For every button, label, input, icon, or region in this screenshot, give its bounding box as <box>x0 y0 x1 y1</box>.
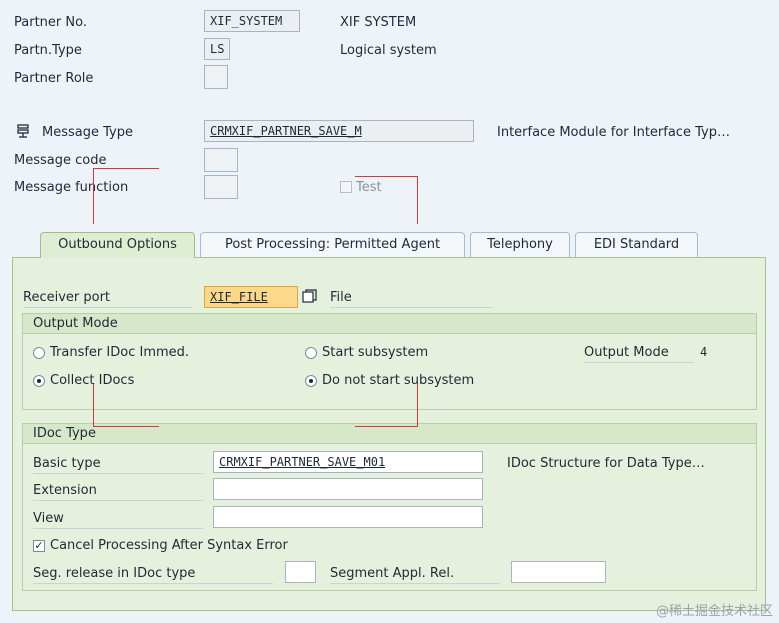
tab-edi-standard[interactable]: EDI Standard <box>575 232 698 257</box>
collect-idocs-radio[interactable] <box>33 375 45 387</box>
message-function-label: Message function <box>14 180 129 195</box>
annotation-line <box>355 426 418 427</box>
seg-release-field[interactable] <box>285 561 316 583</box>
view-field[interactable] <box>213 506 483 528</box>
transfer-idoc-label: Transfer IDoc Immed. <box>50 345 190 360</box>
transfer-idoc-radio[interactable] <box>33 347 45 359</box>
segment-appl-field[interactable] <box>511 561 606 583</box>
view-label: View <box>33 511 203 529</box>
output-mode-label: Output Mode <box>584 345 694 363</box>
annotation-line <box>417 384 418 427</box>
output-mode-value: 4 <box>700 345 708 359</box>
message-function-field[interactable] <box>204 175 238 199</box>
idoc-type-title: IDoc Type <box>23 424 756 444</box>
extension-field[interactable] <box>213 478 483 500</box>
test-label: Test <box>356 180 382 195</box>
partner-no-desc: XIF SYSTEM <box>340 15 417 30</box>
annotation-line <box>417 176 418 224</box>
message-type-icon <box>17 124 29 138</box>
no-start-subsystem-label: Do not start subsystem <box>322 373 475 388</box>
receiver-port-label: Receiver port <box>23 290 193 308</box>
message-type-label: Message Type <box>42 125 133 140</box>
annotation-line <box>355 176 418 177</box>
partner-type-label: Partn.Type <box>14 43 82 58</box>
partner-no-field[interactable]: XIF_SYSTEM <box>204 10 300 32</box>
tab-telephony[interactable]: Telephony <box>470 232 570 257</box>
output-mode-title: Output Mode <box>23 314 756 334</box>
test-checkbox[interactable] <box>340 181 352 193</box>
extension-label: Extension <box>33 483 203 501</box>
start-subsystem-label: Start subsystem <box>322 345 429 360</box>
seg-release-label: Seg. release in IDoc type <box>33 566 273 584</box>
tab-post-processing[interactable]: Post Processing: Permitted Agent <box>200 232 465 257</box>
no-start-subsystem-radio[interactable] <box>305 375 317 387</box>
value-help-icon[interactable] <box>302 289 317 304</box>
message-code-field[interactable] <box>204 148 238 172</box>
tab-outbound-options[interactable]: Outbound Options <box>40 232 195 258</box>
partner-no-label: Partner No. <box>14 15 87 30</box>
cancel-processing-label: Cancel Processing After Syntax Error <box>50 538 288 553</box>
basic-type-label: Basic type <box>33 456 203 474</box>
annotation-line <box>93 168 159 169</box>
annotation-line <box>93 384 94 427</box>
message-type-field[interactable]: CRMXIF_PARTNER_SAVE_M <box>204 120 474 142</box>
partner-type-field[interactable]: LS <box>204 38 230 60</box>
watermark-text: @稀土掘金技术社区 <box>655 604 773 619</box>
cancel-processing-checkbox[interactable]: ✓ <box>33 540 45 552</box>
basic-type-desc: IDoc Structure for Data Type… <box>507 456 705 471</box>
receiver-port-field[interactable]: XIF_FILE <box>204 286 298 308</box>
message-type-desc: Interface Module for Interface Typ… <box>497 125 730 140</box>
annotation-line <box>93 426 159 427</box>
annotation-line <box>93 168 94 224</box>
message-code-label: Message code <box>14 153 107 168</box>
basic-type-field[interactable]: CRMXIF_PARTNER_SAVE_M01 <box>213 451 483 473</box>
segment-appl-label: Segment Appl. Rel. <box>330 566 500 584</box>
partner-role-field[interactable] <box>204 65 228 89</box>
partner-type-desc: Logical system <box>340 43 437 58</box>
partner-role-label: Partner Role <box>14 71 94 86</box>
start-subsystem-radio[interactable] <box>305 347 317 359</box>
receiver-port-desc: File <box>330 290 493 308</box>
